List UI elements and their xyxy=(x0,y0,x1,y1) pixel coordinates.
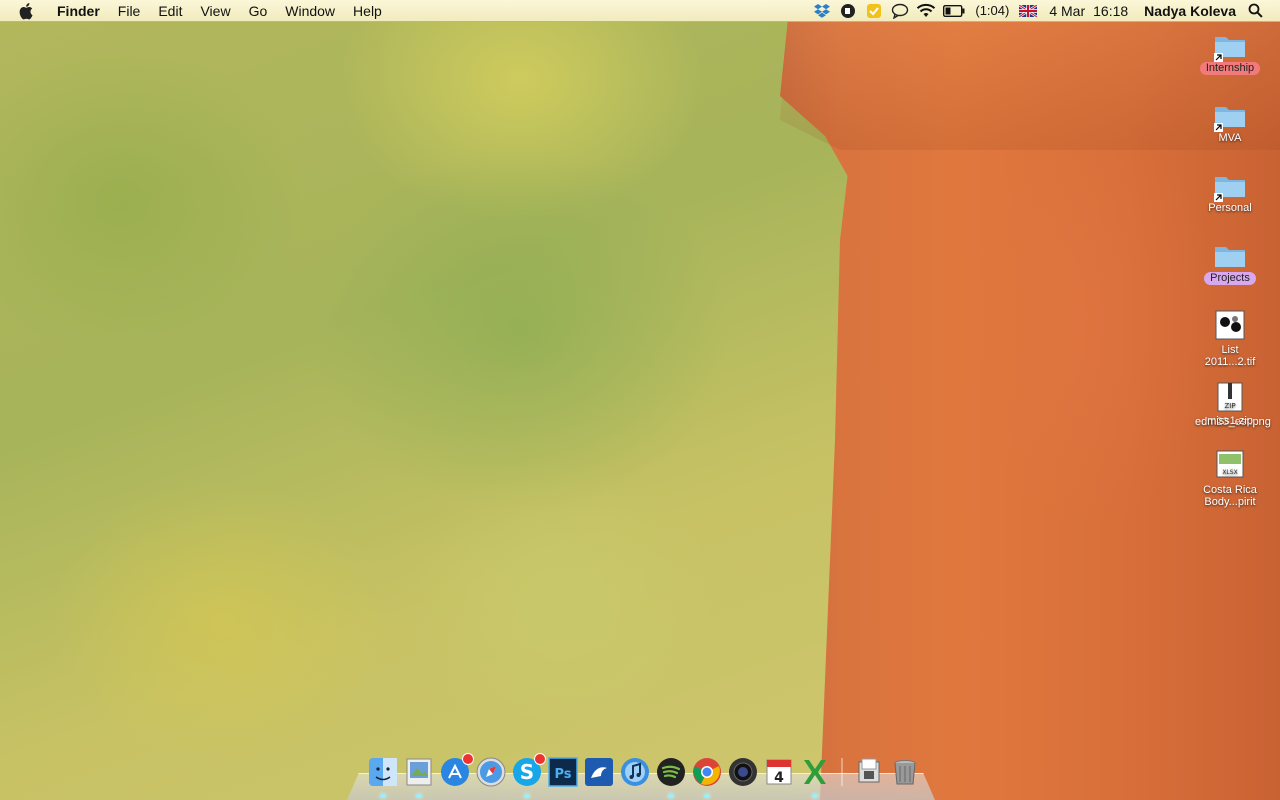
dock-app-store[interactable] xyxy=(439,753,474,788)
preview-icon xyxy=(406,758,432,786)
running-indicator xyxy=(380,794,386,798)
desktop-item-costa-rica[interactable]: XLSX Costa Rica Body...pirit xyxy=(1195,450,1265,508)
notification-badge xyxy=(534,753,546,765)
desktop-item-label-line2: 2011...2.tif xyxy=(1204,356,1256,368)
dropbox-icon[interactable] xyxy=(812,3,832,19)
spotlight-search-icon[interactable] xyxy=(1246,2,1264,20)
running-indicator xyxy=(416,794,422,798)
calendar-day: 4 xyxy=(774,770,784,786)
menu-finder[interactable]: Finder xyxy=(48,0,109,22)
dock-finder[interactable] xyxy=(367,756,399,798)
downloads-stack-icon xyxy=(858,758,880,783)
desktop-item-mva[interactable]: MVA xyxy=(1195,100,1265,145)
dock-separator xyxy=(841,758,843,786)
running-indicator xyxy=(524,794,530,798)
dock-downloads-stack[interactable] xyxy=(853,756,885,788)
menu-help[interactable]: Help xyxy=(344,0,391,22)
menu-edit[interactable]: Edit xyxy=(149,0,191,22)
desktop-item-projects[interactable]: Projects xyxy=(1195,240,1265,285)
dock-spotify[interactable] xyxy=(655,756,687,798)
evernote-icon[interactable] xyxy=(838,3,858,19)
desktop-item-label-line1: Costa Rica xyxy=(1203,484,1257,496)
desktop-item-label: Internship xyxy=(1199,62,1261,75)
menu-go[interactable]: Go xyxy=(240,0,277,22)
svg-text:ZIP: ZIP xyxy=(1224,402,1235,410)
dock-cyberduck[interactable] xyxy=(583,756,615,788)
dock-skype[interactable]: S xyxy=(511,753,546,798)
svg-text:Ps: Ps xyxy=(554,767,571,782)
itunes-icon xyxy=(621,758,649,786)
menu-view[interactable]: View xyxy=(191,0,239,22)
dock-trash[interactable] xyxy=(889,756,921,788)
dock-chrome[interactable] xyxy=(691,756,723,798)
dock-excel[interactable] xyxy=(799,756,831,798)
desktop-item-label: Projects xyxy=(1204,272,1256,285)
folder-icon xyxy=(1215,247,1245,267)
image-file-icon xyxy=(1215,310,1245,340)
svg-text:XLSX: XLSX xyxy=(1222,469,1237,476)
clock-date[interactable]: 4 Mar xyxy=(1049,3,1085,19)
clock-time[interactable]: 16:18 xyxy=(1093,3,1128,19)
desktop-item-label-line2: Body...pirit xyxy=(1204,496,1256,508)
spotify-icon xyxy=(657,758,685,786)
desktop-item-internship[interactable]: Internship xyxy=(1195,30,1265,75)
apple-menu-icon[interactable] xyxy=(18,2,36,20)
menu-file[interactable]: File xyxy=(109,0,150,22)
wifi-icon[interactable] xyxy=(916,3,936,19)
notification-badge xyxy=(462,753,474,765)
battery-time: (1:04) xyxy=(975,3,1010,18)
desktop-item-label: Personal xyxy=(1208,202,1252,214)
desktop-item-zip[interactable]: ZIP edm23_est.png miss1.zip xyxy=(1195,382,1271,428)
desktop-item-personal[interactable]: Personal xyxy=(1195,170,1265,215)
dock-safari[interactable] xyxy=(475,756,507,788)
safari-icon xyxy=(476,757,506,787)
battery-icon[interactable] xyxy=(942,3,966,19)
running-indicator xyxy=(668,794,674,798)
excel-icon xyxy=(804,760,826,784)
xlsx-file-icon: XLSX xyxy=(1216,450,1244,478)
finder-icon xyxy=(369,758,397,786)
cyberduck-icon xyxy=(585,758,613,786)
menu-window[interactable]: Window xyxy=(276,0,344,22)
alias-arrow-icon xyxy=(1214,123,1223,132)
desktop-item-label: MVA xyxy=(1218,132,1242,144)
dock-ical[interactable]: 4 xyxy=(763,756,795,788)
calendar-icon: 4 xyxy=(766,759,792,786)
zip-file-icon: ZIP xyxy=(1217,382,1243,412)
dock-aperture[interactable] xyxy=(727,756,759,788)
notes-icon[interactable] xyxy=(864,3,884,19)
desktop-item-label-line1: List xyxy=(1221,344,1239,356)
svg-text:S: S xyxy=(520,760,534,784)
camera-lens-icon xyxy=(729,758,757,786)
uk-flag-icon[interactable] xyxy=(1018,3,1038,19)
dock-preview[interactable] xyxy=(403,756,435,798)
messages-icon[interactable] xyxy=(890,3,910,19)
photoshop-icon: Ps xyxy=(548,757,578,787)
alias-arrow-icon xyxy=(1214,193,1223,202)
running-indicator xyxy=(704,794,710,798)
alias-arrow-icon xyxy=(1214,53,1223,62)
chrome-icon xyxy=(693,758,721,786)
running-indicator xyxy=(812,794,818,798)
dock-itunes[interactable] xyxy=(619,756,651,788)
dock-photoshop[interactable]: Ps xyxy=(547,756,579,788)
desktop-item-list-tif[interactable]: List 2011...2.tif xyxy=(1195,310,1265,368)
dock: S Ps 4 xyxy=(347,752,935,800)
trash-icon xyxy=(894,760,916,785)
user-name-menu[interactable]: Nadya Koleva xyxy=(1144,3,1236,19)
menu-bar: Finder File Edit View Go Window Help (1:… xyxy=(0,0,1280,22)
